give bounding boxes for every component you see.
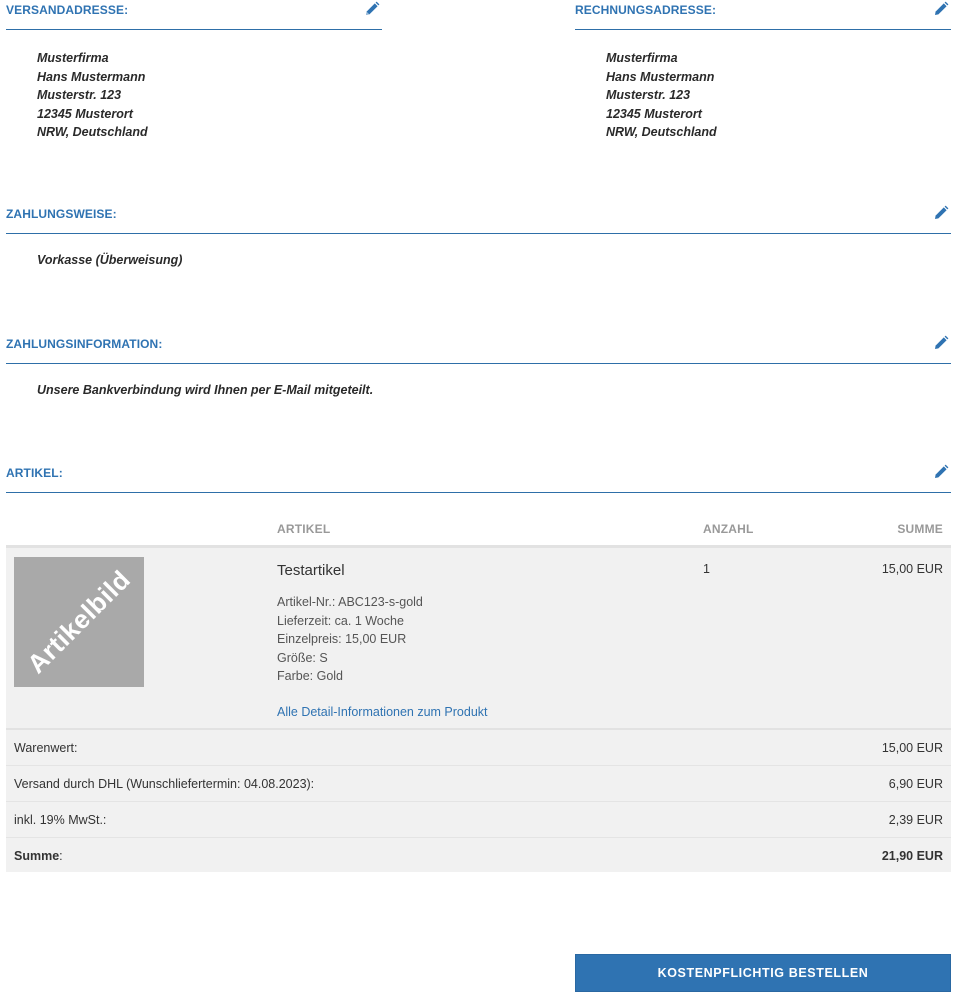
payment-info-title: ZAHLUNGSINFORMATION:	[6, 337, 163, 351]
address-line: Hans Mustermann	[606, 69, 715, 84]
address-line: Musterstr. 123	[37, 88, 122, 102]
shipping-address-title: VERSANDADRESSE:	[6, 3, 129, 17]
article-details: Artikel-Nr.: ABC123-s-gold Lieferzeit: c…	[277, 593, 423, 686]
subtotal-label: Warenwert:	[14, 741, 78, 755]
billing-address-title: RECHNUNGSADRESSE:	[575, 3, 717, 17]
subtotal-value: 15,00 EUR	[881, 741, 943, 755]
article-details-link[interactable]: Alle Detail-Informationen zum Produkt	[277, 705, 488, 719]
article-image: Artikelbild	[14, 557, 144, 687]
article-size: Größe: S	[277, 650, 328, 665]
address-line: Musterfirma	[37, 51, 109, 65]
article-unit-price: Einzelpreis: 15,00 EUR	[277, 632, 407, 647]
billing-address: Musterfirma Hans Mustermann Musterstr. 1…	[606, 49, 717, 142]
address-line: 12345 Musterort	[37, 106, 133, 121]
article-image-placeholder-text: Artikelbild	[21, 564, 137, 680]
grand-total-value: 21,90 EUR	[881, 849, 943, 863]
address-line: Musterfirma	[606, 51, 678, 65]
address-line: Hans Mustermann	[37, 69, 146, 84]
article-quantity: 1	[703, 562, 710, 576]
vat-label: inkl. 19% MwSt.:	[14, 813, 107, 827]
pencil-icon[interactable]	[933, 335, 949, 351]
shipping-cost-label: Versand durch DHL (Wunschliefertermin: 0…	[14, 777, 315, 791]
article-number: Artikel-Nr.: ABC123-s-gold	[277, 595, 423, 609]
article-row: Artikelbild Testartikel Artikel-Nr.: ABC…	[6, 545, 951, 730]
column-header-article: ARTIKEL	[277, 522, 331, 536]
pencil-icon[interactable]	[933, 464, 949, 480]
subtotal-row: Warenwert: 15,00 EUR	[6, 730, 951, 766]
article-color: Farbe: Gold	[277, 669, 344, 684]
address-line: NRW, Deutschland	[37, 125, 148, 139]
grand-total-label: Summe:	[14, 849, 63, 863]
shipping-address: Musterfirma Hans Mustermann Musterstr. 1…	[37, 49, 148, 142]
payment-method-title: ZAHLUNGSWEISE:	[6, 207, 117, 221]
payment-method-header: ZAHLUNGSWEISE:	[6, 204, 951, 234]
article-delivery-time: Lieferzeit: ca. 1 Woche	[277, 613, 404, 628]
article-name: Testartikel	[277, 562, 345, 579]
articles-header: ARTIKEL:	[6, 463, 951, 493]
vat-row: inkl. 19% MwSt.: 2,39 EUR	[6, 802, 951, 838]
address-line: Musterstr. 123	[606, 88, 691, 102]
articles-title: ARTIKEL:	[6, 466, 63, 480]
payment-info-header: ZAHLUNGSINFORMATION:	[6, 334, 951, 364]
payment-method-value: Vorkasse (Überweisung)	[37, 253, 183, 267]
shipping-cost-value: 6,90 EUR	[888, 777, 943, 791]
article-sum: 15,00 EUR	[881, 562, 943, 576]
column-header-sum: SUMME	[897, 522, 943, 536]
payment-info-text: Unsere Bankverbindung wird Ihnen per E-M…	[37, 383, 374, 397]
shipping-address-header: VERSANDADRESSE:	[6, 0, 382, 30]
address-line: 12345 Musterort	[606, 106, 702, 121]
shipping-cost-row: Versand durch DHL (Wunschliefertermin: 0…	[6, 766, 951, 802]
grand-total-row: Summe: 21,90 EUR	[6, 838, 951, 872]
pencil-icon[interactable]	[364, 1, 380, 17]
vat-value: 2,39 EUR	[888, 813, 943, 827]
pencil-icon[interactable]	[933, 205, 949, 221]
address-line: NRW, Deutschland	[606, 125, 717, 139]
place-order-button[interactable]: KOSTENPFLICHTIG BESTELLEN	[575, 954, 951, 992]
billing-address-header: RECHNUNGSADRESSE:	[575, 0, 951, 30]
pencil-icon[interactable]	[933, 1, 949, 17]
column-header-quantity: ANZAHL	[703, 522, 754, 536]
